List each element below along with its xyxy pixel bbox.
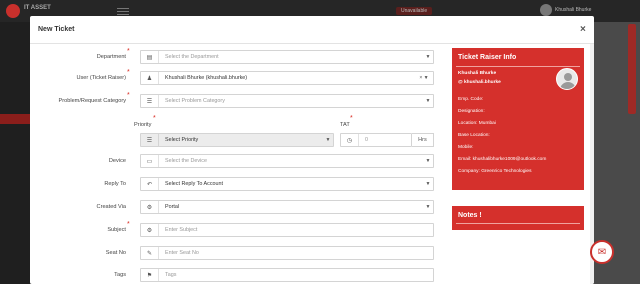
help-chat-button[interactable]: ✉ [590, 240, 614, 264]
category-select[interactable]: ☰ Select Problem Category ▼ [140, 94, 434, 108]
raiser-name: Khushali Bhurke [458, 71, 497, 76]
required-marker: * [153, 115, 156, 122]
list-icon: ☰ [141, 134, 159, 146]
availability-status[interactable]: Unavailable [396, 7, 433, 15]
device-label: Device [108, 158, 126, 164]
priority-label: Priority [134, 122, 152, 128]
hamburger-menu-icon[interactable] [117, 8, 129, 9]
chat-icon: ✉ [597, 246, 607, 258]
subject-label: Subject [107, 227, 126, 233]
subject-input[interactable]: ⚙ Enter Subject [140, 223, 434, 237]
list-icon: ☰ [141, 95, 159, 107]
raiser-designation: Designation: [458, 109, 485, 114]
created-via-label: Created Via [96, 204, 126, 210]
priority-select[interactable]: ☰ Select Priority ▼ [140, 133, 334, 147]
chevron-down-icon: ▼ [425, 54, 431, 60]
category-label: Problem/Request Category [58, 98, 126, 104]
required-marker: * [350, 115, 353, 122]
raiser-emp-code: Emp. Code: [458, 97, 484, 102]
gears-icon: ⚙ [141, 201, 159, 213]
chevron-down-icon: ▼ [425, 204, 431, 210]
required-marker: * [127, 92, 130, 99]
modal-header: New Ticket × [30, 16, 594, 44]
chevron-down-icon: ▼ [425, 98, 431, 104]
info-title: Ticket Raiser Info [458, 54, 517, 61]
user-select[interactable]: ♟ Khushali Bhurke (khushali.bhurke) × ▼ [140, 71, 434, 85]
close-icon[interactable]: × [580, 24, 586, 35]
user-icon: ♟ [141, 72, 159, 84]
reply-to-label: Reply To [104, 181, 126, 187]
seat-no-label: Seat No [105, 250, 126, 256]
tag-icon: ⚑ [141, 269, 159, 281]
background-scroll-track [628, 24, 636, 114]
tags-input[interactable]: ⚑ Tags [140, 268, 434, 282]
raiser-location: Location: Mumbai [458, 121, 496, 126]
department-select[interactable]: ▤ Select the Department ▼ [140, 50, 434, 64]
created-via-select[interactable]: ⚙ Portal ▼ [140, 200, 434, 214]
reply-icon: ↶ [141, 178, 159, 190]
seat-no-input[interactable]: ✎ Enter Seat No [140, 246, 434, 260]
required-marker: * [127, 69, 130, 76]
raiser-email: Email: khushalibhurke1009@outlook.com [458, 157, 547, 162]
notes-title: Notes ! [458, 212, 482, 219]
building-icon: ▤ [141, 51, 159, 63]
required-marker: * [127, 48, 130, 55]
pencil-icon: ✎ [141, 247, 159, 259]
user-avatar[interactable] [540, 4, 552, 16]
ticket-raiser-info-panel: Ticket Raiser Info Khushali Bhurke @ khu… [452, 48, 584, 190]
raiser-username: @ khushali.bhurke [458, 80, 501, 85]
raiser-base-location: Base Location: [458, 133, 490, 138]
avatar [556, 68, 578, 90]
clock-icon: ◷ [341, 134, 359, 146]
sidebar-item-active[interactable] [0, 114, 30, 124]
device-select[interactable]: ▭ Select the Device ▼ [140, 154, 434, 168]
raiser-mobile: Mobile: [458, 145, 474, 150]
monitor-icon: ▭ [141, 155, 159, 167]
chevron-down-icon: ▼ [325, 137, 331, 143]
user-name[interactable]: Khushali Bhurke [555, 7, 591, 13]
tat-label: TAT [340, 122, 350, 128]
gears-icon: ⚙ [141, 224, 159, 236]
divider [456, 66, 580, 67]
divider [456, 223, 580, 224]
tat-unit: Hrs [412, 133, 434, 147]
tags-label: Tags [114, 272, 126, 278]
chevron-down-icon: ▼ [425, 181, 431, 187]
department-label: Department [96, 54, 126, 60]
tat-input[interactable]: ◷ 0 [340, 133, 412, 147]
app-sidebar [0, 22, 30, 284]
required-marker: * [127, 221, 130, 228]
app-brand: IT ASSET [24, 5, 51, 11]
reply-to-select[interactable]: ↶ Select Reply To Account ▼ [140, 177, 434, 191]
app-logo [6, 4, 20, 18]
chevron-down-icon: ▼ [425, 158, 431, 164]
user-label: User (Ticket Raiser) [76, 75, 126, 81]
new-ticket-modal: New Ticket × Department * ▤ Select the D… [30, 16, 594, 284]
modal-title: New Ticket [38, 26, 75, 33]
raiser-company: Company: Greenrico Technologies [458, 169, 532, 174]
clear-dropdown-icon[interactable]: × ▼ [415, 75, 433, 81]
notes-panel: Notes ! [452, 206, 584, 230]
